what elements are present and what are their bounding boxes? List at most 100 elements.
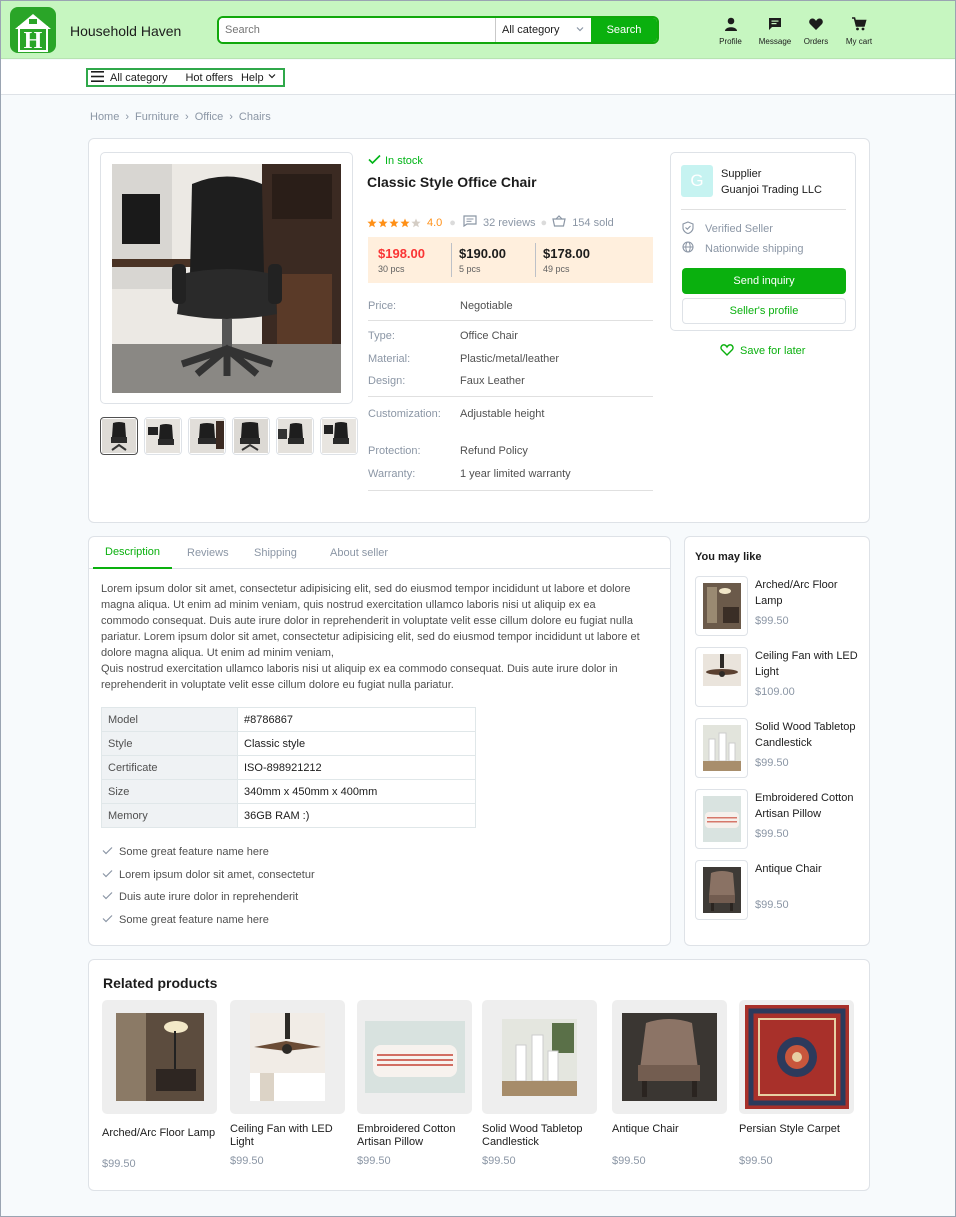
- related-item[interactable]: Ceiling Fan with LED Light $99.50: [230, 1000, 345, 1167]
- price-tier-1: $198.00 30 pcs: [368, 243, 452, 277]
- table-key: Size: [101, 779, 238, 804]
- table-row: Style Classic style: [101, 731, 476, 756]
- save-for-later-label: Save for later: [740, 345, 806, 357]
- thumbnail-4[interactable]: [232, 417, 270, 455]
- recommend-item[interactable]: Solid Wood Tabletop Candlestick $99.50: [695, 718, 865, 778]
- recommend-name: Arched/Arc Floor Lamp: [755, 579, 838, 607]
- orders-label: Orders: [803, 37, 829, 46]
- thumbnail-1[interactable]: [100, 417, 138, 455]
- tab-reviews[interactable]: Reviews: [187, 537, 229, 569]
- recommend-price: $99.50: [755, 615, 789, 627]
- recommend-item[interactable]: Antique Chair $99.50: [695, 860, 865, 920]
- table-row: Certificate ISO-898921212: [101, 755, 476, 780]
- recommend-name: Antique Chair: [755, 863, 822, 875]
- price-tier-2: $190.00 5 pcs: [452, 243, 536, 277]
- tab-shipping[interactable]: Shipping: [254, 537, 297, 569]
- table-value: 340mm x 450mm x 400mm: [237, 779, 476, 804]
- check-icon: [102, 891, 113, 903]
- nav-help[interactable]: Help: [241, 71, 277, 84]
- tier-price: $190.00: [459, 246, 506, 261]
- brand-name[interactable]: Household Haven: [70, 23, 181, 39]
- feature-list: Some great feature name here Lorem ipsum…: [102, 841, 315, 931]
- supplier-name[interactable]: Guanjoi Trading LLC: [721, 182, 822, 198]
- spec-key: Price:: [368, 299, 397, 312]
- related-item[interactable]: Embroidered Cotton Artisan Pillow $99.50: [357, 1000, 472, 1167]
- nav-help-label: Help: [240, 71, 264, 84]
- breadcrumb-office[interactable]: Office: [195, 111, 224, 123]
- nav-hot-offers[interactable]: Hot offers: [185, 72, 233, 84]
- table-value: 36GB RAM :): [237, 803, 476, 828]
- chevron-down-icon: [575, 24, 585, 37]
- chevron-right-icon: ›: [229, 111, 233, 123]
- cart-button[interactable]: My cart: [839, 16, 879, 46]
- feature-text: Some great feature name here: [119, 846, 269, 859]
- recommend-item[interactable]: Embroidered Cotton Artisan Pillow $99.50: [695, 789, 865, 849]
- save-for-later-button[interactable]: Save for later: [720, 343, 805, 359]
- profile-label: Profile: [719, 37, 742, 46]
- cart-icon: [851, 16, 867, 34]
- search-input[interactable]: [219, 18, 495, 42]
- feature-item: Duis aute irure dolor in reprehenderit: [102, 886, 315, 909]
- breadcrumb-chairs[interactable]: Chairs: [239, 111, 271, 123]
- tier-price: $198.00: [378, 246, 425, 261]
- breadcrumb-home[interactable]: Home: [90, 111, 119, 123]
- table-value: #8786867: [237, 707, 476, 732]
- cart-label: My cart: [845, 37, 873, 46]
- reviews-count[interactable]: 32 reviews: [483, 217, 536, 229]
- tier-qty: 30 pcs: [378, 264, 405, 274]
- tab-description[interactable]: Description: [93, 537, 173, 569]
- heart-outline-icon: [720, 343, 734, 359]
- thumbnail-3[interactable]: [188, 417, 226, 455]
- orders-button[interactable]: Orders: [797, 16, 835, 46]
- rating-row: 4.0 ● 32 reviews ● 154 sold: [367, 215, 614, 230]
- nav-all-category[interactable]: All category: [110, 72, 167, 84]
- related-price: $99.50: [357, 1155, 391, 1167]
- recommend-item[interactable]: Arched/Arc Floor Lamp $99.50: [695, 576, 865, 636]
- seller-profile-button[interactable]: Seller's profile: [682, 298, 846, 324]
- product-title: Classic Style Office Chair: [367, 174, 537, 190]
- message-button[interactable]: Message: [753, 16, 797, 46]
- send-inquiry-button[interactable]: Send inquiry: [682, 268, 846, 294]
- table-value: Classic style: [237, 731, 476, 756]
- spec-row: Warranty: 1 year limited warranty: [368, 462, 653, 491]
- menu-icon[interactable]: [91, 70, 104, 85]
- sub-navigation: All category Hot offers Help: [1, 60, 955, 95]
- verified-row: Verified Seller: [682, 221, 773, 237]
- price-tier-3: $178.00 49 pcs: [536, 243, 636, 277]
- feature-item: Some great feature name here: [102, 909, 315, 932]
- thumbnail-6[interactable]: [320, 417, 358, 455]
- recommend-price: $109.00: [755, 686, 795, 698]
- related-item[interactable]: Solid Wood Tabletop Candlestick $99.50: [482, 1000, 597, 1167]
- svg-text:H: H: [24, 28, 43, 53]
- recommend-item[interactable]: Ceiling Fan with LED Light $109.00: [695, 647, 865, 707]
- spec-value: 1 year limited warranty: [460, 467, 571, 480]
- profile-button[interactable]: Profile: [708, 16, 753, 46]
- related-image: [482, 1000, 597, 1114]
- star-icon: [389, 218, 399, 227]
- table-row: Model #8786867: [101, 707, 476, 732]
- message-label: Message: [758, 37, 792, 46]
- category-select[interactable]: All category: [495, 18, 591, 42]
- related-name: Ceiling Fan with LED Light: [230, 1123, 333, 1148]
- search-button[interactable]: Search: [591, 18, 657, 42]
- supplier-label: Supplier: [721, 168, 762, 180]
- description-paragraph: Quis nostrud exercitation ullamco labori…: [101, 663, 618, 691]
- chevron-down-icon: [267, 71, 277, 84]
- product-card: In stock Classic Style Office Chair 4.0 …: [88, 138, 870, 523]
- logo[interactable]: H: [10, 7, 56, 53]
- related-item[interactable]: Antique Chair $99.50: [612, 1000, 727, 1167]
- you-may-like-card: You may like Arched/Arc Floor Lamp $99.5…: [684, 536, 870, 946]
- recommend-price: $99.50: [755, 757, 789, 769]
- thumbnail-5[interactable]: [276, 417, 314, 455]
- tab-about-seller[interactable]: About seller: [330, 537, 388, 569]
- thumbnail-2[interactable]: [144, 417, 182, 455]
- description-card: Description Reviews Shipping About selle…: [88, 536, 671, 946]
- related-item[interactable]: Persian Style Carpet $99.50: [739, 1000, 854, 1167]
- feature-text: Some great feature name here: [119, 913, 269, 926]
- related-price: $99.50: [739, 1155, 773, 1167]
- breadcrumb-furniture[interactable]: Furniture: [135, 111, 179, 123]
- header-actions: Profile Message Orders My cart: [708, 16, 879, 46]
- rating-stars: [367, 218, 421, 228]
- spec-value: Plastic/metal/leather: [460, 352, 560, 365]
- related-item[interactable]: Arched/Arc Floor Lamp $99.50: [102, 1000, 217, 1170]
